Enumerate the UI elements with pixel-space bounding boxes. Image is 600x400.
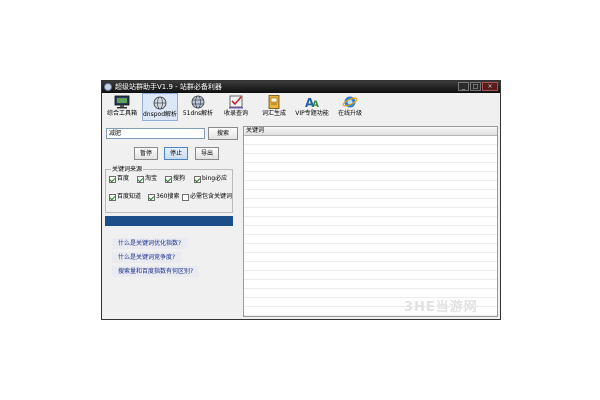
window-controls: _ □ × <box>458 82 498 91</box>
ie-icon <box>342 96 358 108</box>
tool-vip-label: VIP专题功能 <box>295 110 329 117</box>
must-contain-keyword-checkbox[interactable]: 必需包含关键词 <box>182 193 232 201</box>
tool-toolbox[interactable]: 综合工具箱 <box>104 93 140 121</box>
fonts-icon: A A <box>305 96 319 109</box>
progress-bar <box>105 216 233 226</box>
pause-button[interactable]: 暂停 <box>134 147 158 160</box>
source-sogou-checkbox[interactable]: 搜狗 <box>165 175 185 183</box>
tool-51dns[interactable]: 51dns解析 <box>180 93 216 121</box>
source-360-checkbox[interactable]: 360搜索 <box>148 193 179 201</box>
tool-vip[interactable]: A A VIP专题功能 <box>294 93 330 121</box>
source-sogou-label: 搜狗 <box>173 175 186 182</box>
tool-upgrade-label: 在线升级 <box>337 110 362 117</box>
dictionary-icon <box>268 95 280 109</box>
must-contain-keyword-label: 必需包含关键词 <box>190 193 233 200</box>
keyword-input[interactable]: 减肥 <box>106 128 205 139</box>
help-link-optimization-index[interactable]: 什么是关键词优化指数? <box>112 238 188 249</box>
stop-button[interactable]: 停止 <box>164 147 188 160</box>
checkbox-icon <box>229 95 243 109</box>
app-window: 超级站群助手V1.9 - 站群必备利器 _ □ × 综合工具箱 dnspod解析 <box>101 80 501 320</box>
help-link-search-volume[interactable]: 搜索量和百度指数有何区别? <box>112 266 200 277</box>
source-zhidao-label: 百度知道 <box>117 193 142 200</box>
tool-dnspod-label: dnspod解析 <box>143 111 178 118</box>
tool-upgrade[interactable]: 在线升级 <box>332 93 368 121</box>
close-button[interactable]: × <box>482 82 498 91</box>
results-body <box>244 136 497 316</box>
source-baidu-label: 百度 <box>117 175 130 182</box>
source-bing-label: bing必应 <box>202 175 228 182</box>
source-zhidao-checkbox[interactable]: 百度知道 <box>109 193 141 201</box>
tool-word-generate[interactable]: 词汇生成 <box>256 93 292 121</box>
minimize-button[interactable]: _ <box>458 82 469 91</box>
keyword-results-list[interactable]: 关键词 <box>243 126 498 317</box>
globe-icon <box>153 96 167 110</box>
app-icon <box>104 83 112 91</box>
export-button[interactable]: 导出 <box>195 147 219 160</box>
maximize-button[interactable]: □ <box>470 82 481 91</box>
tool-toolbox-label: 综合工具箱 <box>106 110 137 117</box>
tool-index-query-label: 收录查询 <box>223 110 248 117</box>
keyword-source-group: 关键词来源 百度 淘宝 搜狗 bing必应 百度知道 360搜索 必需包含关键词 <box>105 166 233 213</box>
checkbox-icon <box>194 175 201 183</box>
progress-fill <box>105 216 233 226</box>
title-bar[interactable]: 超级站群助手V1.9 - 站群必备利器 _ □ × <box>102 81 500 93</box>
tool-51dns-label: 51dns解析 <box>182 110 214 117</box>
window-title: 超级站群助手V1.9 - 站群必备利器 <box>115 83 222 91</box>
checkbox-icon <box>109 175 116 183</box>
toolbar: 综合工具箱 dnspod解析 51dns解析 收录查询 词汇生成 A A VIP… <box>102 93 500 121</box>
tool-word-generate-label: 词汇生成 <box>261 110 286 117</box>
tool-dnspod[interactable]: dnspod解析 <box>142 93 178 121</box>
monitor-icon <box>114 95 130 109</box>
checkbox-icon <box>137 175 144 183</box>
checkbox-icon <box>165 175 172 183</box>
help-link-competition[interactable]: 什么是关键词竞争度? <box>112 252 182 263</box>
source-taobao-checkbox[interactable]: 淘宝 <box>137 175 157 183</box>
source-bing-checkbox[interactable]: bing必应 <box>194 175 227 183</box>
column-header-keyword[interactable]: 关键词 <box>244 127 497 136</box>
source-360-label: 360搜索 <box>156 193 180 200</box>
checkbox-icon <box>109 193 116 201</box>
checkbox-icon <box>148 193 155 201</box>
source-baidu-checkbox[interactable]: 百度 <box>109 175 129 183</box>
tool-index-query[interactable]: 收录查询 <box>218 93 254 121</box>
svg-text:A: A <box>312 100 319 109</box>
source-taobao-label: 淘宝 <box>145 175 158 182</box>
checkbox-icon <box>182 193 189 201</box>
globe-icon <box>191 95 205 109</box>
watermark: 3HE当游网 <box>404 300 478 315</box>
keyword-source-title: 关键词来源 <box>111 166 144 173</box>
search-button[interactable]: 搜索 <box>208 127 238 140</box>
